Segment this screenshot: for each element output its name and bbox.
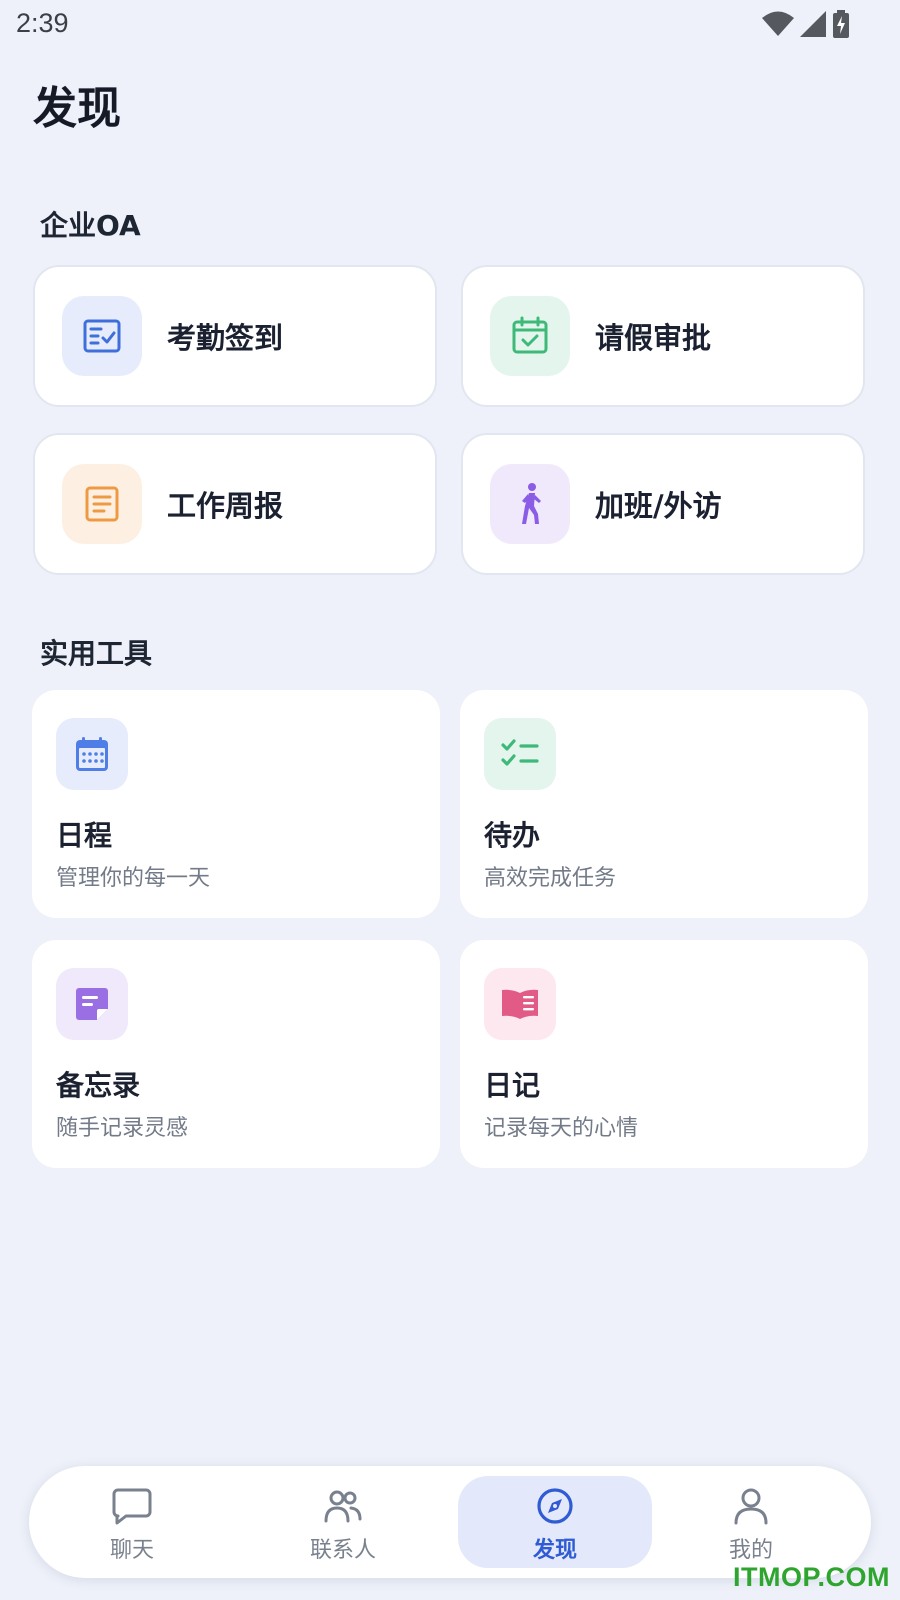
nav-item-me[interactable]: 我的 bbox=[654, 1476, 848, 1568]
oa-card-overtime-visit[interactable]: 加班/外访 bbox=[461, 433, 865, 575]
profile-icon bbox=[733, 1484, 769, 1528]
battery-charging-icon bbox=[832, 10, 850, 42]
tool-title: 日记 bbox=[484, 1069, 541, 1102]
oa-label: 请假审批 bbox=[595, 321, 712, 355]
cellular-signal-icon bbox=[800, 11, 826, 41]
calendar-icon bbox=[56, 718, 128, 790]
nav-item-contacts[interactable]: 联系人 bbox=[246, 1476, 440, 1568]
watermark: ITMOP.COM bbox=[732, 1562, 890, 1592]
tool-title: 备忘录 bbox=[56, 1069, 141, 1102]
tool-subtitle: 随手记录灵感 bbox=[56, 1116, 189, 1141]
nav-label: 我的 bbox=[728, 1538, 773, 1563]
status-icons bbox=[762, 10, 850, 42]
tool-card-diary[interactable]: 日记 记录每天的心情 bbox=[460, 940, 868, 1168]
oa-card-weekly-report[interactable]: 工作周报 bbox=[33, 433, 437, 575]
checklist-icon bbox=[484, 718, 556, 790]
chat-bubble-icon bbox=[112, 1484, 152, 1528]
walking-person-icon bbox=[490, 464, 570, 544]
tool-title: 日程 bbox=[56, 819, 113, 852]
nav-label: 联系人 bbox=[309, 1538, 376, 1563]
calendar-check-icon bbox=[490, 296, 570, 376]
status-bar: 2:39 bbox=[0, 0, 900, 50]
nav-label: 聊天 bbox=[109, 1538, 154, 1563]
contacts-icon bbox=[323, 1484, 363, 1528]
status-time: 2:39 bbox=[16, 8, 69, 38]
oa-label: 工作周报 bbox=[167, 489, 284, 523]
tool-subtitle: 高效完成任务 bbox=[484, 866, 617, 891]
tool-subtitle: 管理你的每一天 bbox=[56, 866, 211, 891]
oa-card-attendance[interactable]: 考勤签到 bbox=[33, 265, 437, 407]
tool-subtitle: 记录每天的心情 bbox=[484, 1116, 639, 1141]
attendance-checkin-icon bbox=[62, 296, 142, 376]
open-book-icon bbox=[484, 968, 556, 1040]
page-title: 发现 bbox=[33, 83, 121, 134]
oa-label: 加班/外访 bbox=[595, 489, 722, 523]
memo-note-icon bbox=[56, 968, 128, 1040]
tool-card-schedule[interactable]: 日程 管理你的每一天 bbox=[32, 690, 440, 918]
nav-label: 发现 bbox=[532, 1538, 577, 1563]
oa-card-leave-approval[interactable]: 请假审批 bbox=[461, 265, 865, 407]
compass-icon bbox=[535, 1484, 575, 1528]
nav-item-chat[interactable]: 聊天 bbox=[35, 1476, 229, 1568]
nav-item-discover[interactable]: 发现 bbox=[458, 1476, 652, 1568]
wifi-icon bbox=[762, 11, 794, 41]
section-title-enterprise-oa: 企业OA bbox=[40, 209, 141, 242]
section-title-tools: 实用工具 bbox=[40, 637, 153, 670]
oa-label: 考勤签到 bbox=[167, 321, 284, 355]
tool-title: 待办 bbox=[484, 819, 541, 852]
tool-card-todo[interactable]: 待办 高效完成任务 bbox=[460, 690, 868, 918]
report-document-icon bbox=[62, 464, 142, 544]
tool-card-memo[interactable]: 备忘录 随手记录灵感 bbox=[32, 940, 440, 1168]
